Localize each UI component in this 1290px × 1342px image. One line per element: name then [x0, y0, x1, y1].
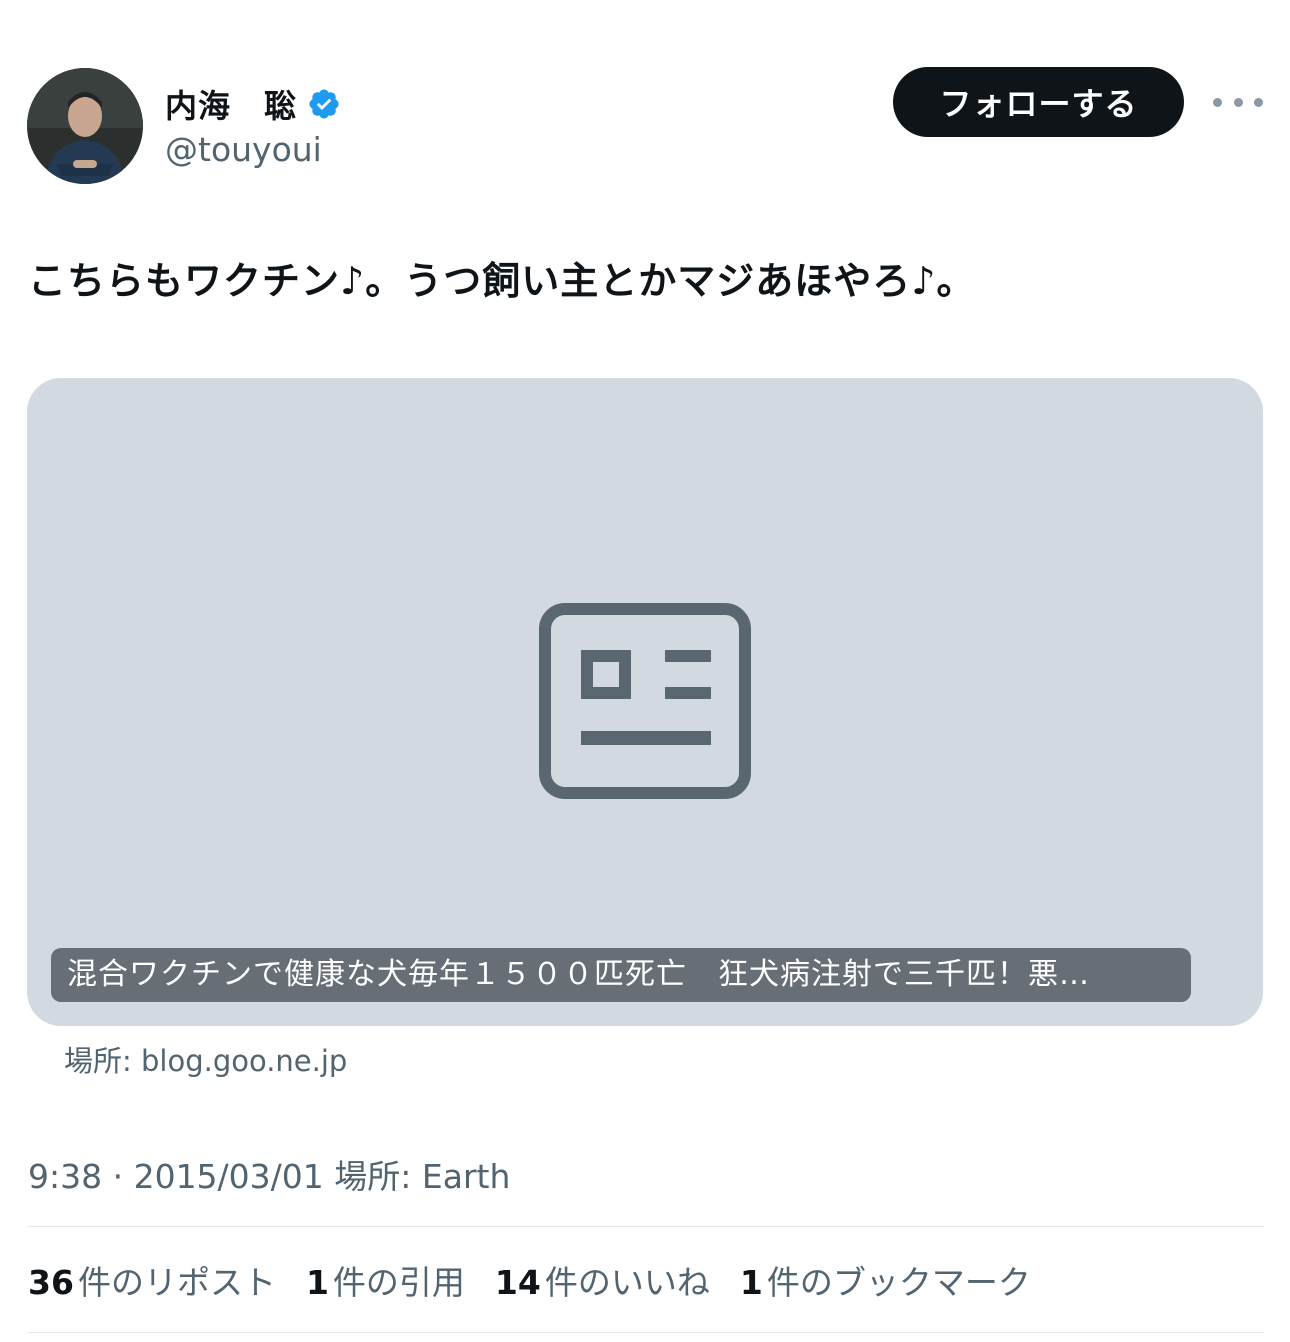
reposts-stat[interactable]: 36 件のリポスト — [28, 1256, 276, 1304]
engagement-stats: 36 件のリポスト 1 件の引用 14 件のいいね 1 件のブックマーク — [28, 1256, 1031, 1304]
dot — [1254, 97, 1263, 107]
link-card-domain[interactable]: 場所: blog.goo.ne.jp — [64, 1038, 347, 1080]
bookmarks-stat[interactable]: 1 件のブックマーク — [740, 1256, 1031, 1304]
author-name[interactable]: 内海 聡 — [165, 81, 297, 127]
author-name-row[interactable]: 内海 聡 — [165, 82, 341, 126]
avatar[interactable] — [27, 68, 143, 184]
dot — [1233, 97, 1243, 107]
divider — [28, 1226, 1264, 1227]
verified-badge-icon — [309, 89, 339, 119]
article-icon — [539, 603, 751, 799]
link-card-title: 混合ワクチンで健康な犬毎年１５００匹死亡 狂犬病注射で三千匹！悪… — [51, 948, 1191, 1002]
divider — [28, 1332, 1264, 1333]
profile-photo — [27, 68, 143, 184]
tweet-text: こちらもワクチン♪。うつ飼い主とかマジあほやろ♪。 — [28, 259, 976, 303]
likes-stat[interactable]: 14 件のいいね — [495, 1256, 710, 1304]
link-card[interactable]: 混合ワクチンで健康な犬毎年１５００匹死亡 狂犬病注射で三千匹！悪… — [27, 378, 1263, 1026]
quotes-stat[interactable]: 1 件の引用 — [306, 1256, 465, 1304]
more-dots-icon[interactable] — [1213, 84, 1263, 120]
author-handle[interactable]: @touyoui — [165, 130, 322, 169]
follow-button[interactable]: フォローする — [893, 67, 1184, 137]
tweet-timestamp-location[interactable]: 9:38 · 2015/03/01 場所: Earth — [28, 1150, 510, 1198]
dot — [1213, 97, 1222, 107]
